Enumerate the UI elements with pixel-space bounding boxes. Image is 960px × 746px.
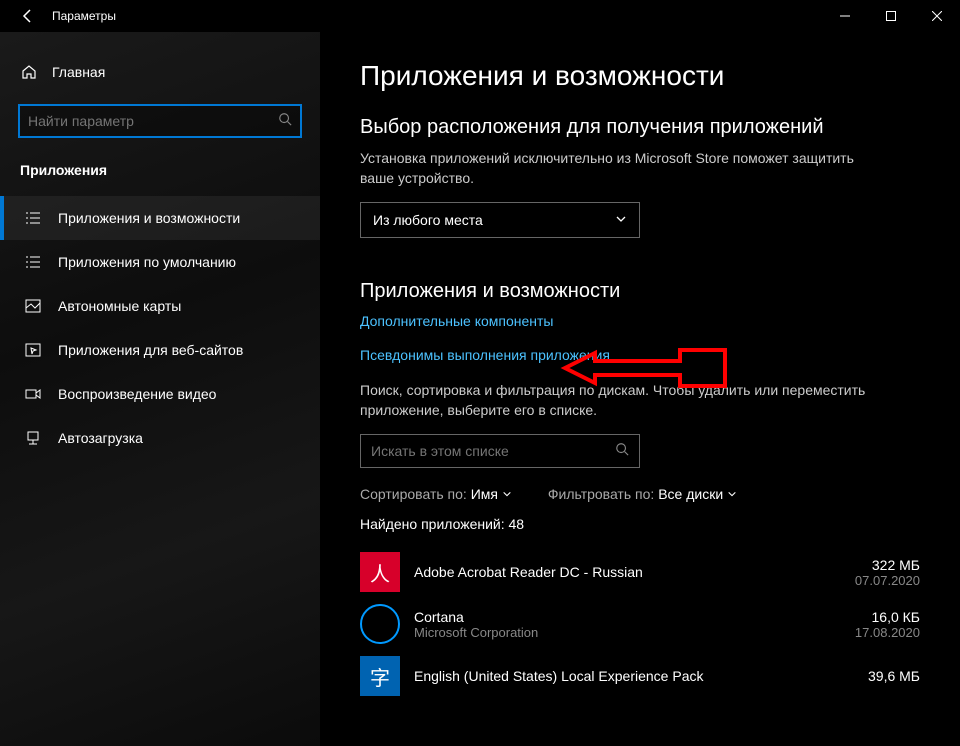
nav-item-web-apps[interactable]: Приложения для веб-сайтов [0,328,320,372]
nav-item-apps-features[interactable]: Приложения и возможности [0,196,320,240]
search-input[interactable] [28,113,278,129]
nav-label: Приложения и возможности [58,210,240,226]
app-row[interactable]: 字 English (United States) Local Experienc… [360,650,920,702]
optional-features-link[interactable]: Дополнительные компоненты [360,313,930,329]
search-icon [278,112,292,131]
close-button[interactable] [914,0,960,32]
search-icon [615,442,629,461]
chevron-down-icon [502,486,512,502]
nav-label: Автономные карты [58,298,181,314]
titlebar: Параметры [0,0,960,32]
web-icon [24,342,42,358]
app-icon: 字 [360,656,400,696]
app-search-input[interactable] [371,443,615,459]
sidebar-heading: Приложения [0,156,320,188]
nav-label: Приложения для веб-сайтов [58,342,243,358]
section-desc-source: Установка приложений исключительно из Mi… [360,149,880,188]
map-icon [24,298,42,314]
list-icon [24,210,42,226]
app-size: 322 МБ [855,557,920,573]
install-source-dropdown[interactable]: Из любого места [360,202,640,238]
sort-label: Сортировать по: [360,486,467,502]
defaults-icon [24,254,42,270]
window-title: Параметры [48,9,116,23]
dropdown-value: Из любого места [373,212,483,228]
app-row[interactable]: CortanaMicrosoft Corporation16,0 КБ17.08… [360,598,920,650]
nav-item-video-playback[interactable]: Воспроизведение видео [0,372,320,416]
app-name: English (United States) Local Experience… [414,668,868,684]
filter-value: Все диски [658,486,723,502]
maximize-button[interactable] [868,0,914,32]
app-list-search[interactable] [360,434,640,468]
app-name: Cortana [414,609,855,625]
back-button[interactable] [8,0,48,32]
section-title-source: Выбор расположения для получения приложе… [360,116,930,139]
chevron-down-icon [727,486,737,502]
video-icon [24,386,42,402]
nav-label: Воспроизведение видео [58,386,216,402]
main-content: Приложения и возможности Выбор расположе… [320,32,960,746]
startup-icon [24,430,42,446]
home-label: Главная [52,64,105,80]
filter-label: Фильтровать по: [548,486,654,502]
nav-label: Приложения по умолчанию [58,254,236,270]
sort-filter-row: Сортировать по: Имя Фильтровать по: Все … [360,486,930,502]
settings-search[interactable] [18,104,302,138]
sort-control[interactable]: Сортировать по: Имя [360,486,512,502]
minimize-button[interactable] [822,0,868,32]
app-row[interactable]: 人 Adobe Acrobat Reader DC - Russian322 МБ… [360,546,920,598]
app-date: 17.08.2020 [855,625,920,640]
nav-label: Автозагрузка [58,430,143,446]
app-size: 16,0 КБ [855,609,920,625]
app-date: 07.07.2020 [855,573,920,588]
app-list: 人 Adobe Acrobat Reader DC - Russian322 МБ… [360,546,930,702]
page-title: Приложения и возможности [360,60,930,92]
app-size: 39,6 МБ [868,668,920,684]
nav-list: Приложения и возможности Приложения по у… [0,196,320,460]
nav-item-startup[interactable]: Автозагрузка [0,416,320,460]
home-icon [20,64,38,80]
execution-aliases-link[interactable]: Псевдонимы выполнения приложения [360,347,930,363]
found-count: Найдено приложений: 48 [360,516,930,532]
chevron-down-icon [615,212,627,228]
app-icon [360,604,400,644]
list-desc: Поиск, сортировка и фильтрация по дискам… [360,381,880,420]
nav-item-offline-maps[interactable]: Автономные карты [0,284,320,328]
section-title-apps: Приложения и возможности [360,280,930,303]
app-icon: 人 [360,552,400,592]
home-link[interactable]: Главная [0,52,320,92]
filter-control[interactable]: Фильтровать по: Все диски [548,486,737,502]
nav-item-default-apps[interactable]: Приложения по умолчанию [0,240,320,284]
sort-value: Имя [471,486,498,502]
sidebar: Главная Приложения Приложения и возможно… [0,32,320,746]
app-publisher: Microsoft Corporation [414,625,855,640]
app-name: Adobe Acrobat Reader DC - Russian [414,564,855,580]
